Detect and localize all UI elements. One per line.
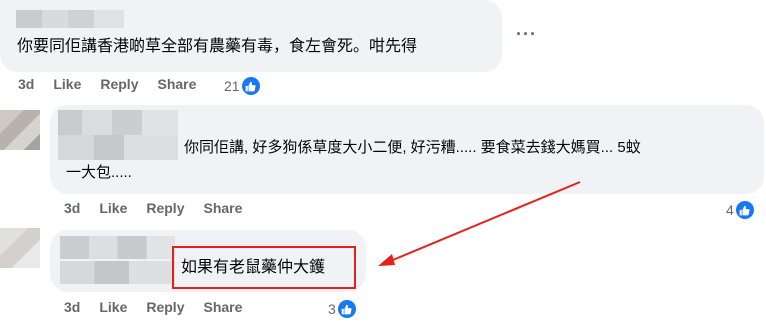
annotation-arrow	[378, 181, 581, 266]
